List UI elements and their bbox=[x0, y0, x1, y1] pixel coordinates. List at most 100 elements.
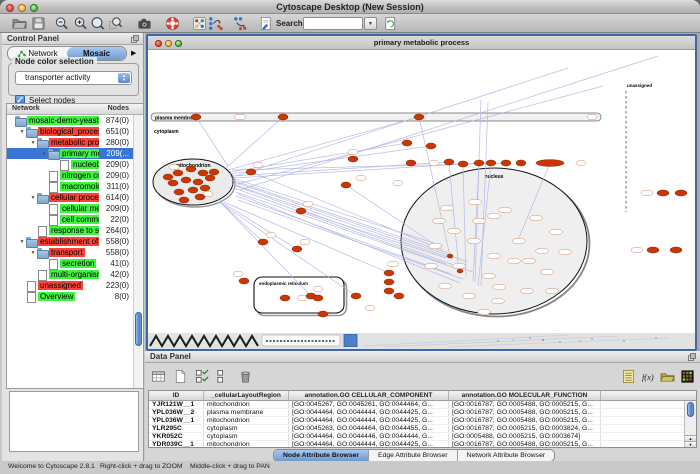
network-frame[interactable]: primary metabolic process plasma membran… bbox=[146, 34, 697, 351]
graph-node[interactable] bbox=[647, 247, 659, 253]
save-icon[interactable] bbox=[29, 15, 47, 32]
graph-node[interactable] bbox=[174, 189, 184, 195]
tree-row[interactable]: ▼metabolic process280(0) bbox=[7, 137, 133, 148]
tab-network-attribute-browser[interactable]: Network Attribute Browser bbox=[458, 450, 555, 461]
graph-node[interactable] bbox=[458, 161, 468, 167]
layout-icon-1[interactable] bbox=[206, 15, 224, 32]
expander-icon[interactable]: ▼ bbox=[18, 239, 26, 245]
expander-icon[interactable]: ▼ bbox=[29, 250, 37, 256]
function-builder-icon[interactable]: f(x) bbox=[640, 367, 657, 385]
tree-row[interactable]: macromolecule311(0) bbox=[7, 181, 133, 192]
table-row[interactable]: YDR039C__1mitochondrion[GO:0044464, GO:0… bbox=[149, 441, 684, 447]
scroll-down-icon[interactable]: ▼ bbox=[685, 441, 696, 447]
graph-node[interactable] bbox=[296, 208, 306, 214]
graph-node[interactable] bbox=[181, 177, 191, 183]
graph-node[interactable] bbox=[258, 239, 268, 245]
graph-node[interactable] bbox=[186, 166, 196, 172]
search-dropdown-icon[interactable]: ▼ bbox=[364, 17, 377, 30]
layout-icon-2[interactable] bbox=[231, 15, 249, 32]
graph-node[interactable] bbox=[457, 269, 463, 273]
combo-stepper-icon[interactable]: ▲ ▼ bbox=[118, 73, 130, 83]
graph-node[interactable] bbox=[193, 179, 203, 185]
tree-row[interactable]: cell communicat22(0) bbox=[7, 214, 133, 225]
graph-node[interactable] bbox=[191, 114, 201, 120]
graph-edge[interactable] bbox=[240, 56, 658, 190]
graph-node[interactable] bbox=[516, 160, 526, 166]
frame-minimize-button[interactable] bbox=[165, 40, 172, 47]
tree-row[interactable]: cellular metabo209(0) bbox=[7, 203, 133, 214]
graph-node[interactable] bbox=[313, 295, 323, 301]
mosaic-matrix-icon[interactable] bbox=[679, 367, 696, 385]
graph-node[interactable] bbox=[205, 175, 215, 181]
expander-icon[interactable]: ▼ bbox=[18, 129, 26, 135]
tab-edge-attribute-browser[interactable]: Edge Attribute Browser bbox=[369, 450, 458, 461]
graph-node[interactable] bbox=[426, 143, 436, 149]
annotation-icon[interactable] bbox=[256, 15, 274, 32]
tree-header[interactable]: Network Nodes bbox=[7, 104, 143, 115]
attribute-list-icon[interactable] bbox=[620, 367, 637, 385]
graph-edge[interactable] bbox=[236, 68, 568, 176]
graph-node[interactable] bbox=[486, 160, 496, 166]
open-icon[interactable] bbox=[10, 15, 28, 32]
graph-node[interactable] bbox=[209, 169, 219, 175]
graph-node[interactable] bbox=[384, 270, 394, 276]
frame-zoom-button[interactable] bbox=[175, 40, 182, 47]
graph-node[interactable] bbox=[318, 311, 328, 317]
tree-row[interactable]: multi-organism pro42(0) bbox=[7, 269, 133, 280]
table-row[interactable]: YLR295Ccytoplasm[GO:0045263, GO:0044464,… bbox=[149, 425, 684, 433]
graph-node[interactable] bbox=[670, 247, 682, 253]
expander-icon[interactable]: ▼ bbox=[29, 140, 37, 146]
window-zoom-button[interactable] bbox=[30, 4, 38, 12]
birds-eye-view[interactable] bbox=[9, 391, 139, 452]
graph-node[interactable] bbox=[168, 180, 178, 186]
expander-icon[interactable]: ▼ bbox=[29, 195, 37, 201]
col-go-cellular-component[interactable]: annotation.GO CELLULAR_COMPONENT bbox=[289, 391, 449, 400]
graph-node[interactable] bbox=[536, 160, 564, 167]
tree-scrollbar-thumb[interactable] bbox=[135, 312, 142, 346]
graph-node[interactable] bbox=[292, 246, 302, 252]
tree-row[interactable]: ▼biological_process651(0) bbox=[7, 126, 133, 137]
zoom-out-icon[interactable] bbox=[52, 15, 70, 32]
tree-row[interactable]: Overview8(0) bbox=[7, 291, 133, 302]
graph-node[interactable] bbox=[444, 159, 454, 165]
graph-node[interactable] bbox=[179, 197, 189, 203]
float-panel-icon[interactable] bbox=[131, 35, 139, 43]
col-id[interactable]: ID bbox=[149, 391, 204, 400]
graph-node[interactable] bbox=[657, 190, 669, 196]
tree-row[interactable]: mosaic-demo-yeast874(0) bbox=[7, 115, 133, 126]
graph-node[interactable] bbox=[384, 279, 394, 285]
graph-edge[interactable] bbox=[218, 200, 297, 249]
graph-edge[interactable] bbox=[238, 86, 603, 184]
col-cellular-layout-region[interactable]: _cellularLayoutRegion bbox=[204, 391, 289, 400]
graph-edge[interactable] bbox=[226, 117, 283, 168]
table-scrollbar-thumb[interactable] bbox=[687, 402, 694, 417]
graph-node[interactable] bbox=[348, 156, 358, 162]
graph-node[interactable] bbox=[474, 160, 484, 166]
zoom-selected-icon[interactable] bbox=[106, 15, 124, 32]
table-row[interactable]: YJR121W__1mitochondrion[GO:0045267, GO:0… bbox=[149, 401, 684, 409]
delete-attribute-icon[interactable] bbox=[237, 367, 254, 385]
window-titlebar[interactable]: Cytoscape Desktop (New Session) bbox=[0, 0, 700, 14]
attribute-select-icon[interactable] bbox=[150, 367, 167, 385]
graph-node[interactable] bbox=[198, 170, 208, 176]
graph-node[interactable] bbox=[341, 182, 351, 188]
frame-close-button[interactable] bbox=[155, 40, 162, 47]
unselect-all-attributes-icon[interactable] bbox=[215, 367, 232, 385]
graph-node[interactable] bbox=[200, 185, 210, 191]
tree-scrollbar[interactable] bbox=[133, 115, 142, 388]
node-color-dropdown[interactable]: transporter activity ▲ ▼ bbox=[15, 71, 132, 85]
graph-node[interactable] bbox=[394, 293, 404, 299]
table-row[interactable]: YPL036W__1mitochondrion[GO:0044464, GO:0… bbox=[149, 417, 684, 425]
tree-row[interactable]: nucleobase-209(0) bbox=[7, 159, 133, 170]
zoom-fit-icon[interactable] bbox=[88, 15, 106, 32]
graph-node[interactable] bbox=[239, 278, 249, 284]
window-minimize-button[interactable] bbox=[18, 4, 26, 12]
new-attribute-icon[interactable] bbox=[172, 367, 189, 385]
graph-node[interactable] bbox=[406, 160, 416, 166]
table-scrollbar[interactable]: ▲ ▼ bbox=[684, 401, 696, 447]
graph-node[interactable] bbox=[163, 174, 173, 180]
graph-node[interactable] bbox=[351, 293, 361, 299]
graph-node[interactable] bbox=[675, 190, 687, 196]
graph-edge[interactable] bbox=[196, 117, 228, 166]
table-row[interactable]: YKR052Ccytoplasm[GO:0044464, GO:0044446,… bbox=[149, 433, 684, 441]
